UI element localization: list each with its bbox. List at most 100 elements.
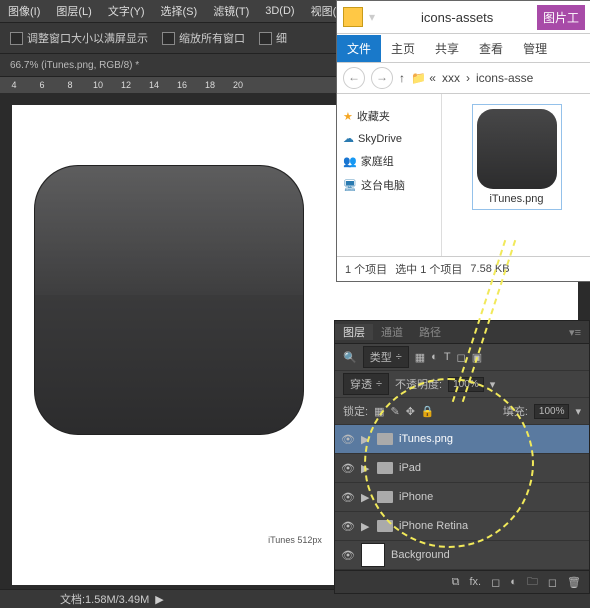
layer-row[interactable]: 👁 ▶ iTunes.png [335,425,589,454]
opacity-value[interactable]: 100% [448,377,484,392]
status-size: 7.58 KB [470,263,509,275]
ribbon-manage[interactable]: 管理 [513,35,557,62]
tree-favorites[interactable]: ★收藏夹 [343,108,435,124]
chevron-down-icon: ÷ [396,351,402,363]
lock-paint-icon[interactable]: ✎ [390,405,399,418]
layer-name: iPad [399,462,421,474]
breadcrumb-seg[interactable]: xxx [442,71,460,85]
opacity-label: 不透明度: [395,376,442,392]
lock-position-icon[interactable]: ✥ [406,405,415,418]
folder-icon [377,520,393,532]
new-group-icon[interactable]: 🗀 [527,573,538,592]
picture-tools-tab[interactable]: 图片工 [537,5,585,30]
visibility-icon[interactable]: 👁 [341,491,355,504]
visibility-icon[interactable]: 👁 [341,433,355,446]
tree-skydrive[interactable]: ☁SkyDrive [343,132,435,145]
expand-icon[interactable]: ▶ [361,462,371,475]
status-item-count: 1 个项目 [345,261,387,277]
checkbox-icon [162,32,175,45]
folder-icon [377,433,393,445]
ribbon-share[interactable]: 共享 [425,35,469,62]
document-tab[interactable]: 66.7% (iTunes.png, RGB/8) * [10,60,139,71]
checkbox-icon [259,32,272,45]
nav-back[interactable]: ← [343,67,365,89]
nav-up-icon[interactable]: ↑ [399,71,405,85]
status-selected: 选中 1 个项目 [395,261,462,277]
qat-icon[interactable]: ▾ [369,10,375,24]
option-detail[interactable]: 细 [259,30,287,46]
menu-filter[interactable]: 滤镜(T) [205,3,257,19]
fill-label: 填充: [503,403,528,419]
menu-image[interactable]: 图像(I) [0,3,48,19]
tree-homegroup[interactable]: 👥家庭组 [343,153,435,169]
window-title: icons-assets [421,10,493,25]
filter-type-icon[interactable]: T [444,351,451,363]
layer-name: iPhone Retina [399,520,468,532]
option-zoom-all[interactable]: 缩放所有窗口 [162,30,245,46]
ribbon-view[interactable]: 查看 [469,35,513,62]
visibility-icon[interactable]: 👁 [341,549,355,562]
visibility-icon[interactable]: 👁 [341,520,355,533]
search-icon[interactable]: 🔍 [343,351,357,364]
filter-adjust-icon[interactable]: ◐ [431,351,438,363]
layer-row[interactable]: 👁 ▶ iPad [335,454,589,483]
lock-label: 锁定: [343,403,368,419]
delete-layer-icon[interactable]: 🗑 [567,576,581,589]
nav-tree: ★收藏夹 ☁SkyDrive 👥家庭组 🖥这台电脑 [337,94,442,256]
computer-icon: 🖥 [343,179,357,192]
fill-value[interactable]: 100% [534,404,570,419]
menu-3d[interactable]: 3D(D) [257,5,302,17]
layer-row[interactable]: 👁 ▶ iPhone [335,483,589,512]
breadcrumb-seg[interactable]: icons-asse [476,71,533,85]
file-thumbnail[interactable]: iTunes.png [472,104,562,210]
expand-icon[interactable]: ▶ [361,433,371,446]
layer-thumbnail [361,543,385,567]
option-fit-screen[interactable]: 调整窗口大小以满屏显示 [10,30,148,46]
filter-smart-icon[interactable]: ▣ [472,351,482,364]
new-layer-icon[interactable]: ◻ [548,576,557,589]
link-layers-icon[interactable]: ⧉ [452,576,460,589]
tree-this-pc[interactable]: 🖥这台电脑 [343,177,435,193]
chevron-down-icon: ÷ [376,378,382,390]
layer-name: iTunes.png [399,433,453,445]
lock-transparency-icon[interactable]: ▦ [374,405,384,418]
layer-name: Background [391,549,450,561]
filter-shape-icon[interactable]: ◻ [457,351,466,364]
layer-mask-icon[interactable]: ◻ [491,576,500,589]
folder-icon [343,7,363,27]
layer-row[interactable]: 👁 ▶ iPhone Retina [335,512,589,541]
tab-layers[interactable]: 图层 [335,324,373,340]
menu-select[interactable]: 选择(S) [153,3,206,19]
thumbnail-image [477,109,557,189]
ribbon-file[interactable]: 文件 [337,35,381,62]
layer-fx-icon[interactable]: fx. [469,576,481,588]
filter-type-dropdown[interactable]: 类型÷ [363,346,409,368]
ribbon-home[interactable]: 主页 [381,35,425,62]
cloud-icon: ☁ [343,132,354,145]
panel-menu-icon[interactable]: ▾≡ [561,326,589,339]
star-icon: ★ [343,110,353,123]
filter-pixel-icon[interactable]: ▦ [415,351,425,364]
folder-icon [377,462,393,474]
layer-name: iPhone [399,491,433,503]
tab-channels[interactable]: 通道 [373,324,411,340]
adjustment-layer-icon[interactable]: ◐ [510,576,517,588]
folder-icon [377,491,393,503]
icon-artwork [34,165,304,435]
menu-layer[interactable]: 图层(L) [48,3,99,19]
layer-row[interactable]: 👁 Background [335,541,589,570]
menu-text[interactable]: 文字(Y) [100,3,153,19]
nav-forward[interactable]: → [371,67,393,89]
file-name: iTunes.png [477,193,557,205]
expand-icon[interactable]: ▶ [361,491,371,504]
visibility-icon[interactable]: 👁 [341,462,355,475]
file-explorer-window: ▾ icons-assets 图片工 文件 主页 共享 查看 管理 ← → ↑ … [336,0,590,282]
expand-icon[interactable]: ▶ [361,520,371,533]
tab-paths[interactable]: 路径 [411,324,449,340]
blend-mode-dropdown[interactable]: 穿透÷ [343,373,389,395]
lock-all-icon[interactable]: 🔒 [421,405,435,418]
homegroup-icon: 👥 [343,155,357,168]
layers-panel: 图层 通道 路径 ▾≡ 🔍 类型÷ ▦ ◐ T ◻ ▣ 穿透÷ 不透明度: 10… [334,320,590,594]
breadcrumb-folder-icon: 📁 « [411,71,436,85]
checkbox-icon [10,32,23,45]
